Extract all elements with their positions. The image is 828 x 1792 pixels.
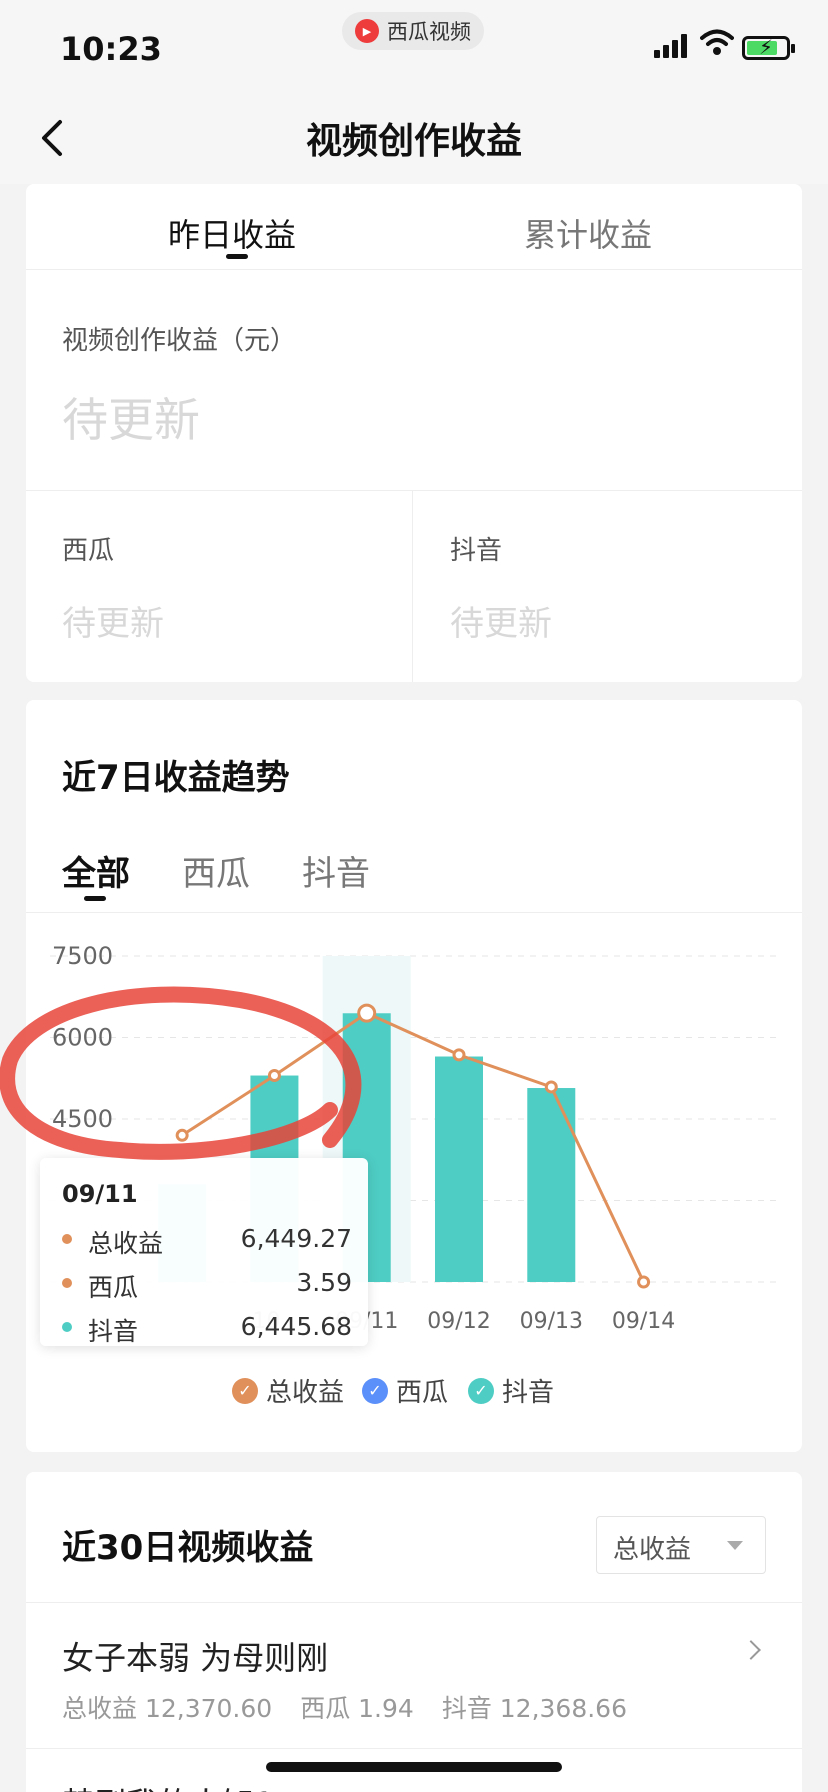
- xigua-value: 待更新: [62, 604, 164, 644]
- xigua-label: 西瓜: [62, 536, 115, 566]
- x-tick-label: 09/12: [427, 1309, 490, 1334]
- app-return-badge[interactable]: ▶ 西瓜视频: [342, 12, 484, 50]
- tab-active-indicator: [84, 896, 106, 901]
- douyin-value: 待更新: [450, 604, 552, 644]
- divider: [26, 490, 802, 491]
- x-tick-label: 09/14: [612, 1309, 675, 1334]
- check-circle-icon: ✓: [232, 1377, 258, 1404]
- line-point: [544, 1080, 558, 1094]
- nav-bar: 视频创作收益: [0, 92, 828, 184]
- tooltip-row-douyin: 抖音 6,445.68: [62, 1312, 352, 1346]
- chart-tooltip: 09/11 总收益 6,449.27 西瓜 3.59 抖音 6,445.68: [40, 1158, 368, 1346]
- tab-active-indicator: [226, 254, 248, 259]
- xigua-logo-icon: ▶: [355, 19, 379, 43]
- tooltip-row-name: 西瓜: [88, 1273, 139, 1302]
- y-tick-label: 4500: [52, 1105, 113, 1133]
- douyin-label: 抖音: [450, 536, 503, 566]
- metric-dropdown[interactable]: 总收益: [596, 1516, 766, 1574]
- video-title: 女子本弱 为母则刚: [62, 1639, 329, 1677]
- check-circle-icon: ✓: [468, 1377, 494, 1404]
- total-earnings-label: 视频创作收益（元）: [62, 326, 297, 356]
- tooltip-row-total: 总收益 6,449.27: [62, 1224, 352, 1258]
- line-point: [452, 1048, 466, 1062]
- divider: [412, 490, 413, 682]
- chevron-right-icon: [741, 1640, 761, 1660]
- status-bar: 10:23 ▶ 西瓜视频 ⚡: [0, 0, 828, 92]
- video-xigua: 西瓜 1.94: [300, 1694, 414, 1723]
- tab-douyin[interactable]: 抖音: [302, 846, 370, 895]
- dropdown-value: 总收益: [613, 1535, 692, 1565]
- tooltip-row-name: 抖音: [88, 1317, 139, 1346]
- video-earnings: 总收益 12,370.60 西瓜 1.94 抖音 12,368.66: [62, 1689, 627, 1725]
- divider: [26, 912, 802, 913]
- chart-legend: ✓ 总收益 ✓ 西瓜 ✓ 抖音: [26, 1372, 802, 1412]
- line-point: [267, 1069, 281, 1083]
- y-tick-label: 6000: [52, 1024, 113, 1052]
- video-list-title: 近30日视频收益: [62, 1528, 314, 1568]
- tab-xigua[interactable]: 西瓜: [182, 846, 250, 895]
- video-total: 总收益 12,370.60: [62, 1694, 273, 1723]
- legend-item-xigua[interactable]: ✓ 西瓜: [362, 1372, 448, 1409]
- line-point: [357, 1003, 377, 1023]
- legend-label: 西瓜: [396, 1378, 449, 1408]
- signal-icon: [654, 34, 687, 58]
- check-circle-icon: ✓: [362, 1377, 388, 1404]
- tooltip-row-name: 总收益: [88, 1229, 164, 1258]
- legend-label: 抖音: [502, 1378, 555, 1408]
- tooltip-date: 09/11: [62, 1180, 138, 1208]
- earnings-tabs: 昨日收益 累计收益: [26, 184, 802, 270]
- bar: [527, 1088, 576, 1282]
- tab-all[interactable]: 全部: [62, 846, 130, 895]
- tab-cumulative[interactable]: 累计收益: [524, 210, 652, 256]
- earnings-card: 昨日收益 累计收益 视频创作收益（元） 待更新 西瓜 待更新 抖音 待更新: [26, 184, 802, 682]
- app-badge-label: 西瓜视频: [387, 20, 471, 44]
- line-point: [637, 1275, 651, 1289]
- legend-dot-icon: [62, 1322, 72, 1332]
- battery-charging-icon: ⚡: [742, 35, 795, 60]
- list-item[interactable]: 女子本弱 为母则刚 总收益 12,370.60 西瓜 1.94 抖音 12,36…: [26, 1602, 802, 1748]
- legend-dot-icon: [62, 1278, 72, 1288]
- y-tick-label: 7500: [52, 942, 113, 970]
- total-earnings-value: 待更新: [62, 393, 200, 447]
- video-list-card: 近30日视频收益 总收益 女子本弱 为母则刚 总收益 12,370.60 西瓜 …: [26, 1472, 802, 1792]
- tooltip-row-value: 6,445.68: [240, 1312, 352, 1341]
- line-point: [175, 1128, 189, 1142]
- wifi-icon: [700, 29, 734, 55]
- caret-down-icon: [727, 1541, 743, 1550]
- trend-card: 近7日收益趋势 全部 西瓜 抖音 4500600075001009/1109/1…: [26, 700, 802, 1452]
- home-indicator: [266, 1762, 562, 1772]
- legend-label: 总收益: [266, 1378, 345, 1408]
- x-tick-label: 09/13: [520, 1309, 583, 1334]
- tooltip-row-value: 3.59: [296, 1268, 352, 1297]
- legend-item-douyin[interactable]: ✓ 抖音: [468, 1372, 554, 1409]
- status-time: 10:23: [60, 30, 162, 68]
- legend-dot-icon: [62, 1234, 72, 1244]
- video-title: 禁刷我的人知1: [62, 1779, 274, 1792]
- video-douyin: 抖音 12,368.66: [441, 1694, 627, 1723]
- trend-title: 近7日收益趋势: [62, 758, 290, 798]
- legend-item-total[interactable]: ✓ 总收益: [232, 1372, 344, 1409]
- tab-yesterday[interactable]: 昨日收益: [168, 210, 296, 256]
- page-title: 视频创作收益: [305, 121, 522, 162]
- tooltip-row-value: 6,449.27: [240, 1224, 352, 1253]
- bar: [435, 1056, 483, 1282]
- tooltip-row-xigua: 西瓜 3.59: [62, 1268, 352, 1302]
